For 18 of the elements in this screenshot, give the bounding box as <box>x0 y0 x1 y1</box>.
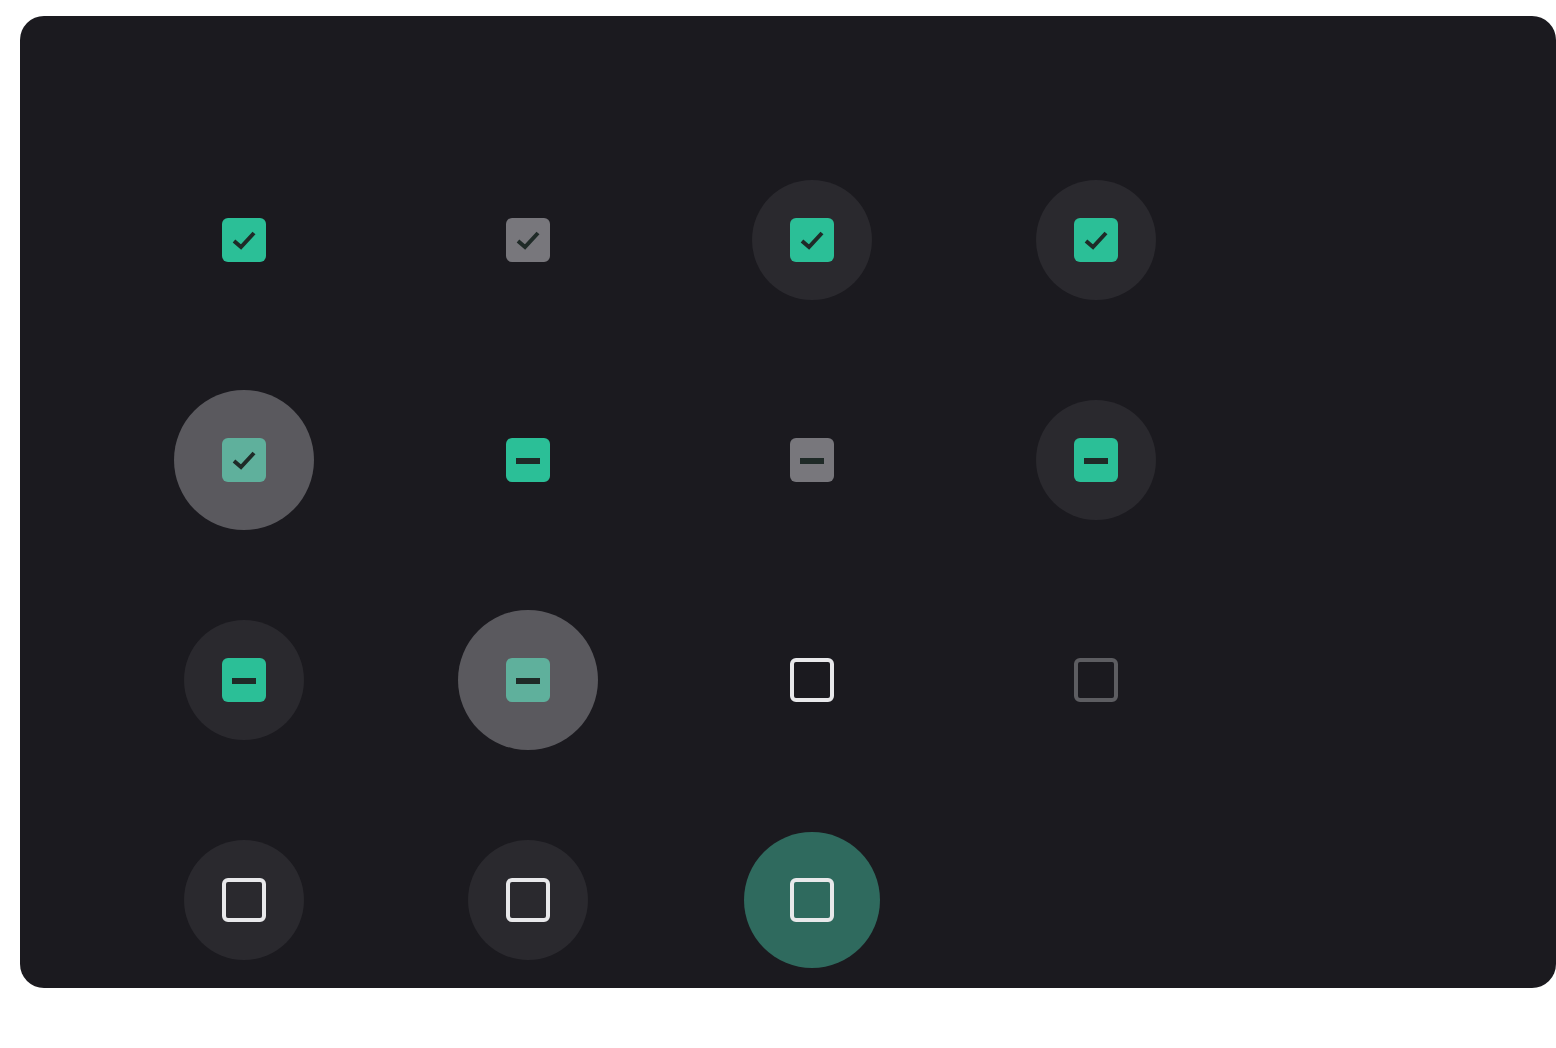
checkmark-icon <box>514 228 542 252</box>
checkmark-icon <box>230 228 258 252</box>
dash-icon <box>516 677 540 683</box>
checkbox[interactable] <box>1074 438 1118 482</box>
checkbox[interactable] <box>790 218 834 262</box>
checkbox[interactable] <box>222 658 266 702</box>
dash-icon <box>516 457 540 463</box>
dash-icon <box>1084 457 1108 463</box>
checkbox[interactable] <box>506 438 550 482</box>
checkbox[interactable] <box>222 218 266 262</box>
checkbox[interactable] <box>222 438 266 482</box>
checkmark-icon <box>1082 228 1110 252</box>
checkbox[interactable] <box>506 658 550 702</box>
checkbox[interactable] <box>1074 218 1118 262</box>
dash-icon <box>232 677 256 683</box>
checkmark-icon <box>798 228 826 252</box>
dash-icon <box>800 457 824 463</box>
checkmark-icon <box>230 448 258 472</box>
